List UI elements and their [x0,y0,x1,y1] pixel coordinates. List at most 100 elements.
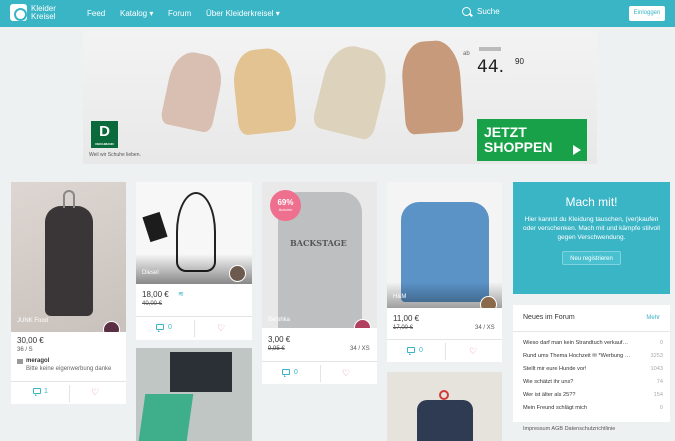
comment-icon[interactable] [156,324,164,332]
forum-thread-title: Wer ist älter als 25?? [523,392,576,398]
item-photo[interactable] [136,348,252,441]
top-navbar: Kleider Kreisel Feed Katalog ▾ Forum Übe… [0,0,675,27]
register-button[interactable]: Neu registrieren [562,251,621,265]
card-footer: 1 ♡ [11,381,126,404]
forum-thread[interactable]: Wie schätzt ihr uns? 74 [523,379,663,385]
item-price: 18,00 € [142,290,169,299]
comment-user[interactable]: meragol [26,358,49,364]
comment-icon[interactable] [282,369,290,377]
comment-icon[interactable] [407,347,415,355]
forum-thread-title: Stellt mir eure Hunde vor! [523,366,587,372]
price-prefix: ab [463,51,470,57]
hanger-icon [439,390,449,400]
price-main: 44. [477,57,505,77]
comment-icon[interactable] [33,388,41,396]
forum-thread-count: 0 [659,405,663,411]
item-photo[interactable]: Diesel [136,182,252,284]
arrow-right-icon [573,145,581,155]
item-brand: JUNK Food [17,318,49,324]
forum-thread-count: 3253 [650,353,663,359]
forum-thread-title: Mein Freund schlägt mich [523,405,588,411]
item-photo[interactable]: BACKSTAGE 69% Autumn Bershka [262,182,377,328]
avatar[interactable] [480,296,497,308]
join-text: Hier kannst du Kleidung tauschen, (ver)k… [523,216,660,241]
footer-links[interactable]: Impressum AGB Datenschutzrichtlinie [523,426,615,432]
nav-feed[interactable]: Feed [87,9,105,18]
divider [194,320,195,337]
nav-forum[interactable]: Forum [168,9,191,18]
item-card[interactable]: H&M 11,00 € 17,00 € 34 / XS 0 ♡ [387,182,502,362]
item-card[interactable]: Diesel 18,00 € ≋ 40,00 € 0 ♡ [136,182,252,340]
wifi-icon: ≋ [178,291,184,298]
item-brand: H&M [393,294,407,300]
divider [319,365,321,382]
price-strike-bar [479,47,501,51]
shoe-image [311,40,393,142]
brand-logo: D DEICHMANN [91,121,118,148]
green-item-image [138,394,194,441]
discount-value: 69% [277,198,294,207]
heart-icon[interactable]: ♡ [469,347,477,356]
forum-thread[interactable]: Rund ums Thema Hochzeit ✉ *Werbung … 3253 [523,353,663,359]
divider [513,331,670,332]
logo-icon [10,4,27,21]
nav-ueber[interactable]: Über Kleiderkreisel ▾ [206,9,280,18]
search-button[interactable]: Suche [462,7,500,16]
heart-icon[interactable]: ♡ [91,388,99,397]
forum-thread-count: 0 [659,340,663,346]
nav-katalog[interactable]: Katalog ▾ [120,9,153,18]
heart-icon[interactable]: ♡ [217,324,225,333]
logo[interactable]: Kleider Kreisel [10,4,61,21]
comment-count: 1 [44,388,48,395]
brand-letter: D [99,123,110,140]
hanger-icon [63,190,75,208]
tanktop-image [45,206,93,316]
item-old-price: 17,00 € [393,325,414,331]
shoe-image [399,39,465,135]
item-size: 36 / S [17,347,33,353]
logo-text: Kleider Kreisel [31,3,56,21]
forum-thread-title: Wie schätzt ihr uns? [523,379,574,385]
ad-banner[interactable]: D DEICHMANN Weil wir Schuhe lieben. ab 4… [83,31,597,164]
forum-thread-count: 1043 [650,366,663,372]
card-footer: 0 ♡ [136,316,252,339]
avatar[interactable] [103,321,120,332]
forum-more-link[interactable]: Mehr [646,315,660,321]
forum-thread-count: 154 [653,392,663,398]
login-button[interactable]: Einloggen [629,6,665,21]
forum-panel: Neues im Forum Mehr Wieso darf man kein … [513,305,670,422]
avatar[interactable] [354,319,371,328]
item-card[interactable]: BACKSTAGE 69% Autumn Bershka 3,00 € 9,95… [262,182,377,384]
item-photo[interactable] [387,372,502,441]
forum-thread[interactable]: Wieso darf man kein Strandtuch verkauf… 0 [523,340,663,346]
comment-count: 0 [419,347,423,354]
forum-thread-title: Rund ums Thema Hochzeit ✉ *Werbung … [523,353,631,359]
jacket-image [417,400,473,441]
item-card[interactable]: JUNK Food 30,00 € 36 / S meragol Bitte k… [11,182,126,404]
comment-count: 0 [168,324,172,331]
price-cents: 90 [515,57,524,66]
forum-thread[interactable]: Mein Freund schlägt mich 0 [523,405,663,411]
banner-tagline: Weil wir Schuhe lieben. [89,152,141,158]
comment-bubble-icon [17,359,23,364]
box-image [170,352,232,392]
item-price: 11,00 € [393,314,420,323]
item-brand: Bershka [268,317,291,323]
item-card[interactable] [136,348,252,441]
heart-icon[interactable]: ♡ [342,369,350,378]
cta-label: JETZT SHOPPEN [484,124,553,155]
item-photo[interactable]: H&M [387,182,502,308]
card-footer: 0 ♡ [262,361,377,384]
discount-label: Autumn [278,207,293,212]
item-card[interactable] [387,372,502,441]
tag-image [142,211,168,243]
avatar[interactable] [229,265,246,282]
forum-thread[interactable]: Wer ist älter als 25?? 154 [523,392,663,398]
comment-text: Bitte keine eigenwerbung danke [26,366,112,372]
item-photo[interactable]: JUNK Food [11,182,126,332]
shop-now-button[interactable]: JETZT SHOPPEN [477,119,587,161]
forum-thread[interactable]: Stellt mir eure Hunde vor! 1043 [523,366,663,372]
divider [444,343,446,360]
item-size: 34 / XS [475,325,495,331]
item-old-price: 40,00 € [142,301,163,307]
